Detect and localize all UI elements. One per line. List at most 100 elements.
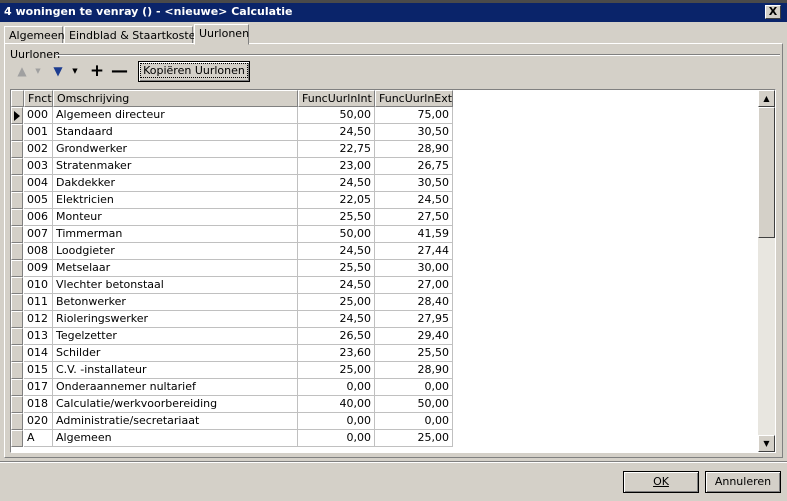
tab-algemeen[interactable]: Algemeen	[4, 26, 65, 44]
close-button[interactable]: X	[765, 5, 781, 19]
row-selector[interactable]	[11, 209, 23, 226]
arrow-down-icon[interactable]: ▼	[50, 63, 66, 79]
row-selector[interactable]	[11, 226, 23, 243]
cell-omschrijving[interactable]: Grondwerker	[53, 141, 298, 158]
column-header-fnct[interactable]: Fnct	[24, 90, 53, 107]
cell-funcuurlnint[interactable]: 24,50	[298, 311, 375, 328]
cell-funcuurlnint[interactable]: 0,00	[298, 379, 375, 396]
cell-omschrijving[interactable]: Betonwerker	[53, 294, 298, 311]
cell-funcuurlnext[interactable]: 0,00	[375, 379, 453, 396]
cell-funcuurlnext[interactable]: 24,50	[375, 192, 453, 209]
table-row[interactable]: 020 Administratie/secretariaat 0,00 0,00	[11, 413, 453, 430]
cell-fnct[interactable]: 012	[24, 311, 53, 328]
table-row[interactable]: 014 Schilder 23,60 25,50	[11, 345, 453, 362]
cancel-button[interactable]: Annuleren	[705, 471, 781, 493]
copy-uurlonen-button[interactable]: Kopiëren Uurlonen	[138, 61, 250, 82]
table-row[interactable]: A Algemeen 0,00 25,00	[11, 430, 453, 447]
cell-funcuurlnext[interactable]: 50,00	[375, 396, 453, 413]
cell-omschrijving[interactable]: Loodgieter	[53, 243, 298, 260]
cell-fnct[interactable]: 004	[24, 175, 53, 192]
cell-funcuurlnext[interactable]: 27,95	[375, 311, 453, 328]
table-row[interactable]: 002 Grondwerker 22,75 28,90	[11, 141, 453, 158]
scroll-up-button[interactable]: ▲	[758, 90, 775, 107]
cell-fnct[interactable]: 005	[24, 192, 53, 209]
cell-fnct[interactable]: 009	[24, 260, 53, 277]
cell-omschrijving[interactable]: Calculatie/werkvoorbereiding	[53, 396, 298, 413]
cell-funcuurlnext[interactable]: 75,00	[375, 107, 453, 124]
cell-funcuurlnext[interactable]: 25,00	[375, 430, 453, 447]
cell-funcuurlnint[interactable]: 24,50	[298, 243, 375, 260]
table-row[interactable]: 017 Onderaannemer nultarief 0,00 0,00	[11, 379, 453, 396]
cell-funcuurlnint[interactable]: 24,50	[298, 175, 375, 192]
cell-funcuurlnext[interactable]: 30,50	[375, 175, 453, 192]
cell-omschrijving[interactable]: Standaard	[53, 124, 298, 141]
cell-funcuurlnint[interactable]: 23,00	[298, 158, 375, 175]
cell-fnct[interactable]: 010	[24, 277, 53, 294]
cell-funcuurlnint[interactable]: 40,00	[298, 396, 375, 413]
cell-funcuurlnext[interactable]: 30,50	[375, 124, 453, 141]
cell-funcuurlnint[interactable]: 23,60	[298, 345, 375, 362]
vertical-scrollbar[interactable]: ▲ ▼	[758, 90, 775, 452]
row-selector[interactable]	[11, 396, 23, 413]
cell-fnct[interactable]: A	[24, 430, 53, 447]
table-row[interactable]: 012 Rioleringswerker 24,50 27,95	[11, 311, 453, 328]
column-header-funcuurlnext[interactable]: FuncUurlnExt	[375, 90, 453, 107]
cell-funcuurlnint[interactable]: 25,50	[298, 260, 375, 277]
cell-funcuurlnint[interactable]: 26,50	[298, 328, 375, 345]
row-selector[interactable]	[11, 430, 23, 447]
ok-button[interactable]: OK	[623, 471, 699, 493]
cell-fnct[interactable]: 002	[24, 141, 53, 158]
cell-fnct[interactable]: 020	[24, 413, 53, 430]
table-row[interactable]: 013 Tegelzetter 26,50 29,40	[11, 328, 453, 345]
table-row[interactable]: 007 Timmerman 50,00 41,59	[11, 226, 453, 243]
cell-funcuurlnext[interactable]: 28,90	[375, 141, 453, 158]
row-selector[interactable]	[11, 362, 23, 379]
cell-omschrijving[interactable]: C.V. -installateur	[53, 362, 298, 379]
cell-omschrijving[interactable]: Tegelzetter	[53, 328, 298, 345]
cell-omschrijving[interactable]: Elektricien	[53, 192, 298, 209]
tab-eindblad-staartkosten[interactable]: Eindblad & Staartkosten	[64, 26, 202, 44]
cell-funcuurlnint[interactable]: 22,75	[298, 141, 375, 158]
tab-uurlonen[interactable]: Uurlonen	[194, 24, 249, 45]
row-selector[interactable]	[11, 175, 23, 192]
cell-funcuurlnint[interactable]: 25,00	[298, 294, 375, 311]
arrow-up-icon[interactable]: ▲	[14, 63, 30, 79]
cell-omschrijving[interactable]: Timmerman	[53, 226, 298, 243]
table-row[interactable]: 005 Elektricien 22,05 24,50	[11, 192, 453, 209]
cell-funcuurlnext[interactable]: 0,00	[375, 413, 453, 430]
column-header-omschrijving[interactable]: Omschrijving	[53, 90, 298, 107]
minus-icon[interactable]: —	[111, 63, 128, 80]
cell-fnct[interactable]: 007	[24, 226, 53, 243]
column-header-funcuurlnint[interactable]: FuncUurlnInt	[298, 90, 375, 107]
cell-funcuurlnint[interactable]: 25,00	[298, 362, 375, 379]
cell-fnct[interactable]: 018	[24, 396, 53, 413]
cell-funcuurlnint[interactable]: 0,00	[298, 413, 375, 430]
cell-funcuurlnext[interactable]: 26,75	[375, 158, 453, 175]
table-row[interactable]: 011 Betonwerker 25,00 28,40	[11, 294, 453, 311]
cell-funcuurlnext[interactable]: 27,44	[375, 243, 453, 260]
cell-fnct[interactable]: 000	[24, 107, 53, 124]
row-selector[interactable]	[11, 260, 23, 277]
cell-fnct[interactable]: 008	[24, 243, 53, 260]
scroll-down-button[interactable]: ▼	[758, 435, 775, 452]
cell-omschrijving[interactable]: Vlechter betonstaal	[53, 277, 298, 294]
row-selector[interactable]	[11, 328, 23, 345]
cell-funcuurlnext[interactable]: 28,40	[375, 294, 453, 311]
table-row[interactable]: 000 Algemeen directeur 50,00 75,00	[11, 107, 453, 124]
cell-funcuurlnext[interactable]: 30,00	[375, 260, 453, 277]
cell-fnct[interactable]: 001	[24, 124, 53, 141]
row-selector[interactable]	[11, 379, 23, 396]
cell-funcuurlnint[interactable]: 24,50	[298, 124, 375, 141]
cell-funcuurlnint[interactable]: 50,00	[298, 107, 375, 124]
row-selector[interactable]	[11, 107, 23, 124]
row-selector[interactable]	[11, 158, 23, 175]
table-row[interactable]: 004 Dakdekker 24,50 30,50	[11, 175, 453, 192]
cell-fnct[interactable]: 017	[24, 379, 53, 396]
cell-omschrijving[interactable]: Algemeen directeur	[53, 107, 298, 124]
cell-omschrijving[interactable]: Onderaannemer nultarief	[53, 379, 298, 396]
cell-funcuurlnext[interactable]: 28,90	[375, 362, 453, 379]
row-selector[interactable]	[11, 141, 23, 158]
table-row[interactable]: 003 Stratenmaker 23,00 26,75	[11, 158, 453, 175]
chevron-down-icon[interactable]: ▼	[67, 63, 83, 79]
cell-funcuurlnext[interactable]: 27,50	[375, 209, 453, 226]
